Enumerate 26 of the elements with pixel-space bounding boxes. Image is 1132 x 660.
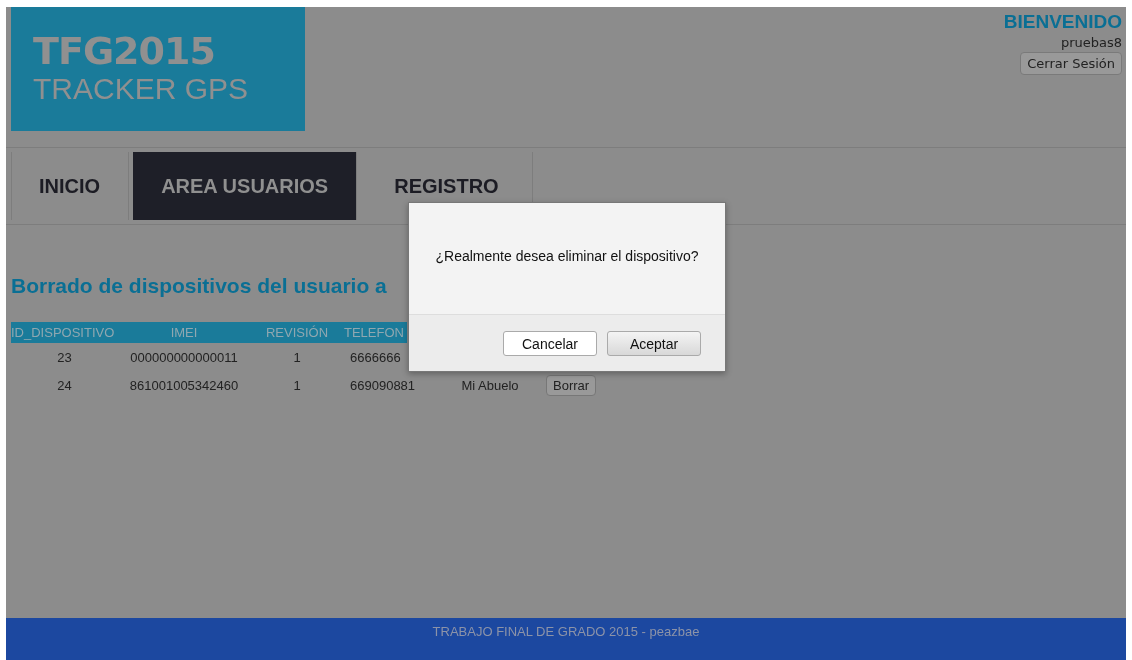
table-cell-text: 861001005342460 (128, 377, 240, 393)
delete-button[interactable]: Borrar (546, 374, 597, 396)
nav-tab[interactable]: INICIO (11, 152, 130, 220)
table-cell-text: 1 (292, 349, 302, 365)
footer-text: TRABAJO FINAL DE GRADO 2015 - peazbae (432, 624, 700, 641)
column-header: REVISIÓN (264, 325, 330, 340)
logo-title: TFG2015 (33, 31, 216, 71)
table-cell-text: 1 (292, 377, 302, 393)
dialog-message: ¿Realmente desea eliminar el dispositivo? (435, 247, 699, 266)
username: pruebas8 (1060, 35, 1122, 50)
logout-button[interactable]: Cerrar Sesión (1020, 52, 1122, 75)
dialog-button[interactable]: Cancelar (503, 331, 597, 356)
table-cell-text: 6666666 (349, 349, 402, 365)
column-header: TELEFON (344, 325, 405, 340)
column-header: ID_DISPOSITIVO (11, 325, 116, 340)
column-header: IMEI (169, 325, 199, 340)
logo-subtitle: TRACKER GPS (33, 71, 250, 107)
welcome-heading: BIENVENIDO (1003, 11, 1122, 33)
table-cell-text: 24 (56, 377, 73, 393)
table-cell-text: Mi Abuelo (460, 377, 520, 393)
table-cell-text: 23 (56, 349, 73, 365)
table-cell-text: 000000000000011 (129, 349, 239, 365)
table-cell-text: 669090881 (349, 377, 417, 393)
nav-tab[interactable]: AREA USUARIOS (133, 152, 358, 220)
dialog-button[interactable]: Aceptar (607, 331, 701, 356)
page-heading: Borrado de dispositivos del usuario a (11, 274, 388, 298)
